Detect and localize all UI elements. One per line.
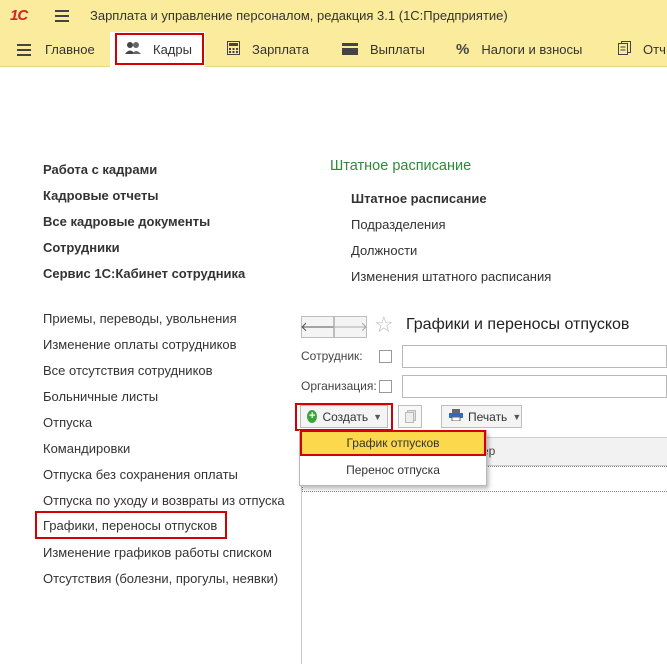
section-reports-label: Отч <box>643 42 666 57</box>
organization-field[interactable] <box>402 375 667 398</box>
employee-filter-checkbox[interactable] <box>379 350 392 363</box>
link-hr-reports[interactable]: Кадровые отчеты <box>43 188 158 203</box>
highlight-create-button <box>295 403 393 431</box>
link-sick-leaves[interactable]: Больничные листы <box>43 389 158 404</box>
copy-icon <box>404 410 416 423</box>
percent-icon: % <box>456 41 470 58</box>
section-bar: Главное Кадры Зарплата Выплаты % Налоги … <box>0 32 667 67</box>
hamburger-icon <box>17 43 31 56</box>
link-absences-illness[interactable]: Отсутствия (болезни, прогулы, неявки) <box>43 571 278 586</box>
link-employee-cabinet-service[interactable]: Сервис 1С:Кабинет сотрудника <box>43 266 245 281</box>
link-work-schedule-changes[interactable]: Изменение графиков работы списком <box>43 545 272 560</box>
section-main-label: Главное <box>45 42 95 57</box>
highlight-vacation-schedule-item <box>300 430 486 456</box>
link-hirings-transfers[interactable]: Приемы, переводы, увольнения <box>43 311 237 326</box>
app-title: Зарплата и управление персоналом, редакц… <box>90 8 508 23</box>
link-work-with-staff[interactable]: Работа с кадрами <box>43 162 157 177</box>
section-payments-label: Выплаты <box>370 42 425 57</box>
main-menu-icon[interactable] <box>55 10 69 22</box>
section-taxes-label: Налоги и взносы <box>481 42 583 57</box>
chevron-down-icon: ▼ <box>512 411 522 422</box>
app-logo: 1С <box>10 7 28 24</box>
calculator-icon <box>227 41 240 58</box>
arrow-left-icon: 🡐 <box>300 319 335 334</box>
section-reports[interactable]: Отч <box>618 32 666 67</box>
print-button[interactable]: Печать ▼ <box>441 405 522 428</box>
wallet-icon <box>342 42 358 58</box>
title-bar: 1С Зарплата и управление персоналом, ред… <box>0 0 667 32</box>
link-departments[interactable]: Подразделения <box>351 217 446 232</box>
employee-field[interactable] <box>402 345 667 368</box>
section-salary-label: Зарплата <box>252 42 309 57</box>
back-button[interactable]: 🡐 <box>300 316 335 338</box>
highlight-hr-section <box>115 33 204 65</box>
link-unpaid-leaves[interactable]: Отпуска без сохранения оплаты <box>43 467 238 482</box>
form-title: Графики и переносы отпусков <box>406 316 630 333</box>
employee-label: Сотрудник: <box>301 349 363 363</box>
organization-label: Организация: <box>301 379 377 393</box>
section-payments[interactable]: Выплаты <box>342 32 425 67</box>
link-staffing-changes[interactable]: Изменения штатного расписания <box>351 269 551 284</box>
highlight-vacation-schedules <box>35 511 227 539</box>
print-button-label: Печать <box>468 409 508 424</box>
link-all-hr-documents[interactable]: Все кадровые документы <box>43 214 210 229</box>
section-salary[interactable]: Зарплата <box>227 32 309 67</box>
reports-icon <box>618 41 631 58</box>
link-pay-changes[interactable]: Изменение оплаты сотрудников <box>43 337 237 352</box>
link-positions[interactable]: Должности <box>351 243 417 258</box>
section-main[interactable]: Главное <box>17 32 95 67</box>
arrow-right-icon: 🡒 <box>333 319 368 334</box>
forward-button[interactable]: 🡒 <box>333 316 368 338</box>
menu-item-vacation-transfer[interactable]: Перенос отпуска <box>301 458 485 482</box>
staffing-group-title: Штатное расписание <box>330 158 472 174</box>
link-staffing-table[interactable]: Штатное расписание <box>351 191 487 206</box>
favorite-star-icon[interactable]: ☆ <box>374 312 394 338</box>
copy-button[interactable] <box>398 405 422 428</box>
link-vacations[interactable]: Отпуска <box>43 415 92 430</box>
link-employees[interactable]: Сотрудники <box>43 240 120 255</box>
link-parental-leaves[interactable]: Отпуска по уходу и возвраты из отпуска <box>43 493 285 508</box>
printer-icon <box>449 409 463 424</box>
link-all-absences[interactable]: Все отсутствия сотрудников <box>43 363 213 378</box>
section-taxes[interactable]: % Налоги и взносы <box>456 32 582 67</box>
link-business-trips[interactable]: Командировки <box>43 441 130 456</box>
organization-filter-checkbox[interactable] <box>379 380 392 393</box>
